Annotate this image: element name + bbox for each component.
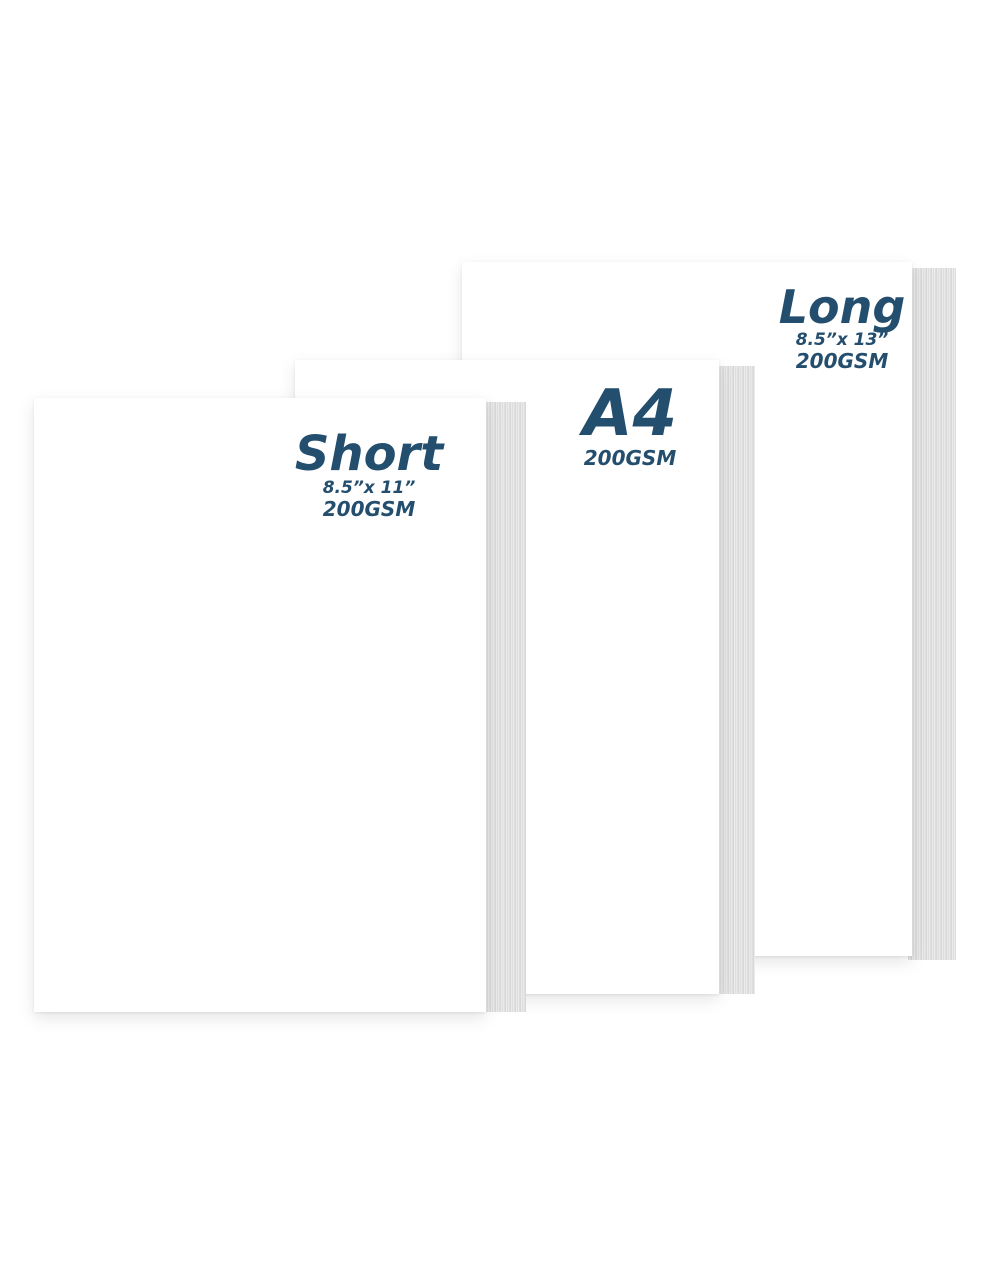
size-dimensions: 8.5”x 11”	[322, 478, 416, 498]
paper-stack-edge	[715, 366, 755, 994]
size-dimensions: 8.5”x 13”	[795, 330, 889, 350]
size-title: Long	[778, 280, 906, 334]
long-label: Long 8.5”x 13” 200GSM	[737, 284, 947, 371]
paper-weight: 200GSM	[322, 497, 416, 521]
paper-weight: 200GSM	[583, 446, 677, 470]
short-label: Short 8.5”x 11” 200GSM	[284, 430, 454, 519]
a4-label: A4 200GSM	[545, 382, 715, 468]
paper-sheet: Short 8.5”x 11” 200GSM	[34, 398, 486, 1012]
paper-stack-edge	[482, 402, 526, 1012]
paper-stack-edge	[908, 268, 956, 960]
paper-weight: 200GSM	[795, 349, 889, 373]
size-title: Short	[294, 426, 444, 482]
short-paper-stack: Short 8.5”x 11” 200GSM	[34, 398, 528, 1018]
product-image: Long 8.5”x 13” 200GSM A4 200GSM Short 8.…	[0, 0, 992, 1261]
size-title: A4	[582, 377, 678, 451]
